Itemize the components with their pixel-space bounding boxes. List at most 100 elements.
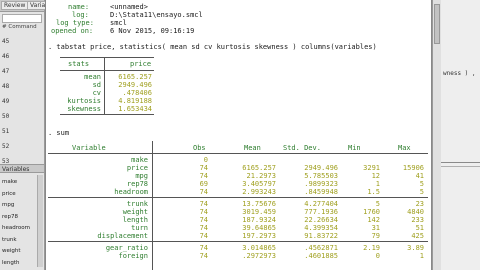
sum-cell-min: 142 [367, 216, 380, 224]
tab-review[interactable]: Review [1, 1, 29, 10]
sum-variable-name: mpg [135, 172, 148, 180]
review-column-header: # Command [2, 24, 37, 30]
tabstat-stat-value: 6165.257 [118, 73, 152, 81]
variable-item-rep78[interactable]: rep78 [2, 212, 36, 224]
sum-header-max: Max [398, 144, 411, 152]
variable-item-mpg[interactable]: mpg [2, 200, 36, 212]
variable-item-make[interactable]: make [2, 177, 36, 189]
log-path-value: D:\Stata11\ensayo.smcl [110, 11, 203, 19]
variable-item-weight[interactable]: weight [2, 246, 36, 258]
sum-variable-name: price [126, 164, 148, 172]
sum-cell-min: 1 [375, 180, 380, 188]
sum-variable-name: turn [131, 224, 148, 232]
results-scrollbar-thumb[interactable] [434, 4, 440, 44]
history-item-number[interactable]: 48 [2, 79, 9, 94]
sum-cell-mean: 187.9324 [242, 216, 276, 224]
sum-cell-mean: 21.2973 [246, 172, 276, 180]
sum-variable-name: foreign [118, 252, 148, 260]
history-item-number[interactable]: 50 [2, 109, 9, 124]
log-name-value: <unnamed> [110, 3, 148, 11]
sum-cell-max: 233 [411, 216, 424, 224]
sum-cell-sd: .4601885 [304, 252, 338, 260]
sum-header-variable: Variable [72, 144, 106, 152]
sum-variable-name: headroom [114, 188, 148, 196]
sum-cell-sd: .4562871 [304, 244, 338, 252]
sum-variable-name: displacement [97, 232, 148, 240]
variables-list: make price mpg rep78 headroom trunk weight leng… [2, 177, 36, 269]
variable-item-price[interactable]: price [2, 189, 36, 201]
tabstat-var-header: price [130, 60, 152, 68]
tabstat-stub-header: stats [68, 60, 90, 68]
sum-cell-obs: 74 [199, 232, 208, 240]
sum-cell-sd: .9899323 [304, 180, 338, 188]
sum-cell-mean: 3.405797 [242, 180, 276, 188]
tabstat-stat-label: sd [92, 81, 101, 89]
sum-cell-max: 23 [415, 200, 424, 208]
sum-cell-min: 31 [371, 224, 380, 232]
right-pane: wness ) , [441, 0, 480, 270]
sum-cell-obs: 74 [199, 224, 208, 232]
tabstat-stat-value: 1.653434 [118, 105, 152, 113]
history-item-number[interactable]: 47 [2, 64, 9, 79]
review-filter-input[interactable] [2, 14, 42, 23]
sum-cell-sd: 91.83722 [304, 232, 338, 240]
history-item-number[interactable]: 49 [2, 94, 9, 109]
results-scrollbar[interactable] [432, 0, 441, 270]
sum-command: . sum [48, 129, 70, 137]
sum-cell-max: 425 [411, 232, 424, 240]
sum-variable-name: gear_ratio [105, 244, 148, 252]
left-pane-tabs: Review Varia [0, 0, 49, 12]
log-path-label: log: [72, 11, 89, 19]
sum-cell-obs: 74 [199, 200, 208, 208]
sum-cell-min: 12 [371, 172, 380, 180]
review-history-list: 45 46 47 48 49 50 51 52 53 [2, 34, 9, 169]
sum-cell-mean: 39.64865 [242, 224, 276, 232]
sum-cell-max: 51 [415, 224, 424, 232]
sum-header-obs: Obs [193, 144, 206, 152]
log-opened-label: opened on: [51, 27, 94, 35]
variables-scrollbar[interactable] [37, 175, 43, 267]
sum-cell-sd: 4.399354 [304, 224, 338, 232]
sum-cell-sd: 5.785503 [304, 172, 338, 180]
sum-cell-max: 15906 [402, 164, 424, 172]
sum-cell-max: 41 [415, 172, 424, 180]
sum-cell-min: 1760 [363, 208, 380, 216]
sum-variable-name: weight [122, 208, 148, 216]
sum-cell-min: 0 [375, 252, 380, 260]
sum-cell-obs: 74 [199, 164, 208, 172]
sum-cell-sd: 2949.496 [304, 164, 338, 172]
tabstat-stat-value: 4.819188 [118, 97, 152, 105]
sum-cell-min: 5 [375, 200, 380, 208]
sum-cell-max: 1 [419, 252, 424, 260]
sum-cell-mean: 2.993243 [242, 188, 276, 196]
log-name-label: name: [68, 3, 90, 11]
sum-header-sd: Std. Dev. [283, 144, 321, 152]
variable-item-length[interactable]: length [2, 258, 36, 270]
log-opened-value: 6 Nov 2015, 09:16:19 [110, 27, 195, 35]
tabstat-command: . tabstat price, statistics( mean sd cv … [48, 43, 377, 51]
sum-cell-min: 1.5 [367, 188, 380, 196]
history-item-number[interactable]: 45 [2, 34, 9, 49]
tabstat-stat-label: mean [84, 73, 101, 81]
sum-cell-max: 5 [419, 180, 424, 188]
sum-group-rule [48, 197, 428, 198]
sum-cell-mean: 6165.257 [242, 164, 276, 172]
sum-variable-name: rep78 [126, 180, 148, 188]
tabstat-stat-label: kurtosis [67, 97, 101, 105]
sum-cell-obs: 69 [199, 180, 208, 188]
sum-cell-min: 3291 [363, 164, 380, 172]
right-pane-divider-2 [441, 166, 480, 167]
sum-cell-sd: 22.26634 [304, 216, 338, 224]
history-item-number[interactable]: 51 [2, 124, 9, 139]
sum-cell-obs: 74 [199, 244, 208, 252]
sum-variable-name: trunk [126, 200, 148, 208]
history-item-number[interactable]: 52 [2, 139, 9, 154]
variable-item-headroom[interactable]: headroom [2, 223, 36, 235]
sum-group-rule [48, 241, 428, 242]
right-pane-divider [441, 162, 480, 163]
history-item-number[interactable]: 46 [2, 49, 9, 64]
sum-cell-mean: 3019.459 [242, 208, 276, 216]
variable-item-trunk[interactable]: trunk [2, 235, 36, 247]
tabstat-stat-label: skewness [67, 105, 101, 113]
sum-cell-sd: 4.277404 [304, 200, 338, 208]
